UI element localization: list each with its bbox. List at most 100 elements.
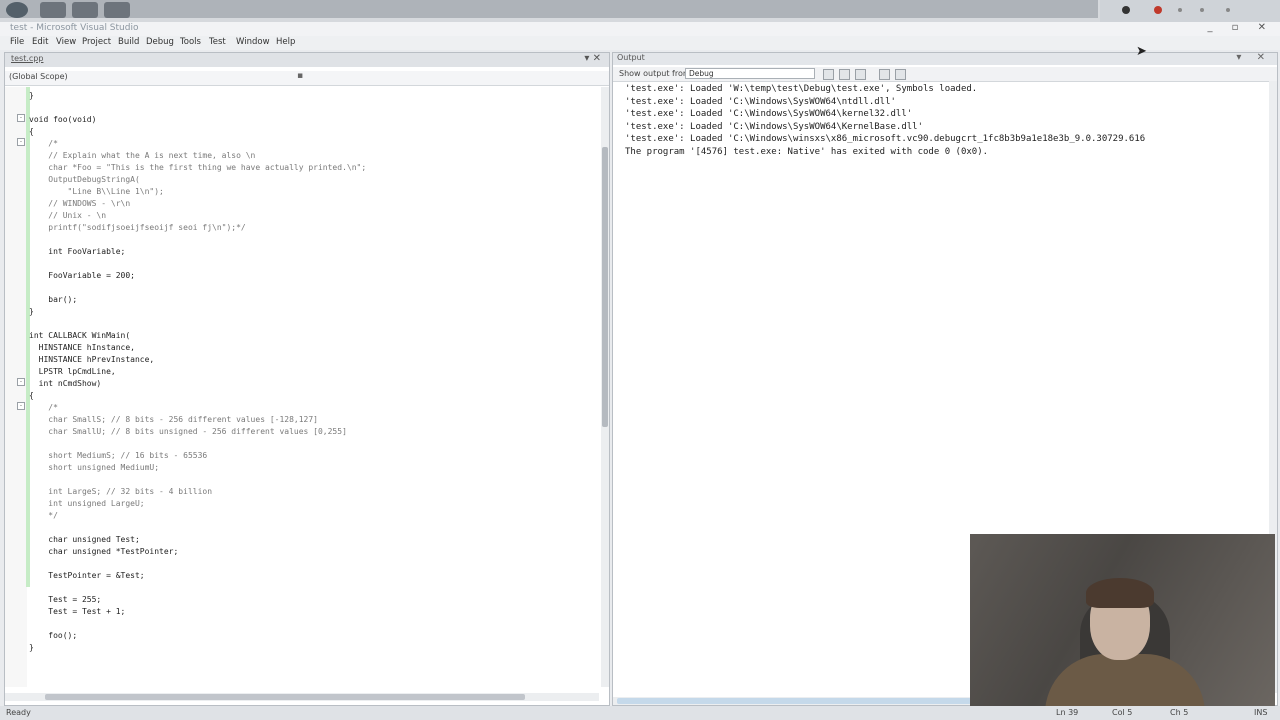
column-number: Col 5 <box>1112 708 1133 717</box>
word-wrap-icon[interactable] <box>895 69 906 80</box>
source-label: Show output from: <box>619 69 694 78</box>
menu-item-window[interactable]: Window <box>236 37 270 47</box>
taskbar-app-icon[interactable] <box>72 2 98 18</box>
output-line: The program '[4576] test.exe: Native' ha… <box>625 146 989 157</box>
editor-tab-strip: test.cpp ▾ ✕ <box>5 53 609 67</box>
system-top-bar <box>0 0 1280 22</box>
code-line: } <box>29 643 34 652</box>
line-number: Ln 39 <box>1056 708 1079 717</box>
code-line: // WINDOWS - \r\n <box>29 199 131 208</box>
system-tray <box>1100 0 1280 22</box>
webcam-video <box>970 534 1275 706</box>
code-line: } <box>29 91 34 100</box>
window-title: test - Microsoft Visual Studio <box>10 23 139 33</box>
code-line: // Unix - \n <box>29 211 107 220</box>
menu-item-tools[interactable]: Tools <box>180 37 201 47</box>
code-line: char unsigned Test; <box>29 535 140 544</box>
code-line: foo(); <box>29 631 78 640</box>
alert-icon[interactable] <box>1154 6 1162 14</box>
insert-mode: INS <box>1254 708 1268 717</box>
status-text: Ready <box>6 708 31 717</box>
code-line: short unsigned MediumU; <box>29 463 160 472</box>
menu-item-file[interactable]: File <box>10 37 24 47</box>
taskbar-app-icon[interactable] <box>40 2 66 18</box>
editor-tab[interactable]: test.cpp <box>11 54 43 66</box>
code-line: char SmallU; // 8 bits unsigned - 256 di… <box>29 427 347 436</box>
code-line: { <box>29 391 34 400</box>
scroll-thumb[interactable] <box>602 147 608 427</box>
person-hair <box>1086 578 1154 608</box>
prev-message-icon[interactable] <box>839 69 850 80</box>
menu-item-help[interactable]: Help <box>276 37 295 47</box>
code-line: int FooVariable; <box>29 247 126 256</box>
code-line: FooVariable = 200; <box>29 271 135 280</box>
menu-item-test[interactable]: Test <box>209 37 226 47</box>
menu-item-project[interactable]: Project <box>82 37 111 47</box>
scope-dropdown[interactable]: (Global Scope) <box>9 72 68 81</box>
output-title: Output <box>617 53 645 62</box>
menu-item-view[interactable]: View <box>56 37 76 47</box>
output-line: 'test.exe': Loaded 'W:\temp\test\Debug\t… <box>625 84 978 94</box>
person-body <box>1045 654 1205 706</box>
code-line: short MediumS; // 16 bits - 65536 <box>29 451 208 460</box>
output-line: 'test.exe': Loaded 'C:\Windows\winsxs\x8… <box>625 134 1146 144</box>
tray-icon[interactable] <box>1200 8 1204 12</box>
code-line: Test = Test + 1; <box>29 607 126 616</box>
code-line: char unsigned *TestPointer; <box>29 547 179 556</box>
code-line: int nCmdShow) <box>29 379 102 388</box>
code-line: TestPointer = &Test; <box>29 571 145 580</box>
taskbar-strip <box>0 0 1098 18</box>
clear-all-icon[interactable] <box>879 69 890 80</box>
code-line: "Line B\\Line 1\n"); <box>29 187 164 196</box>
code-line: HINSTANCE hPrevInstance, <box>29 355 155 364</box>
dropdown-icon[interactable]: ▪ <box>297 71 303 81</box>
line-gutter <box>5 87 27 687</box>
menu-item-build[interactable]: Build <box>118 37 139 47</box>
code-line: char SmallS; // 8 bits - 256 different v… <box>29 415 318 424</box>
code-line: int LargeS; // 32 bits - 4 billion <box>29 487 213 496</box>
record-icon[interactable] <box>1122 6 1130 14</box>
code-line: /* <box>29 403 58 412</box>
pane-controls[interactable]: ▾ ✕ <box>1236 52 1271 63</box>
fold-toggle-icon[interactable]: - <box>17 138 25 146</box>
output-text[interactable]: 'test.exe': Loaded 'W:\temp\test\Debug\t… <box>625 83 1145 158</box>
code-line: OutputDebugStringA( <box>29 175 140 184</box>
output-title-bar: Output ▾ ✕ <box>613 52 1277 65</box>
code-text-area[interactable]: - - - - } void foo(void) { /* // Explain w… <box>5 87 599 687</box>
next-message-icon[interactable] <box>855 69 866 80</box>
code-line: int CALLBACK WinMain( <box>29 331 131 340</box>
output-source-select[interactable]: Debug <box>685 68 815 79</box>
code-line: int unsigned LargeU; <box>29 499 145 508</box>
editor-navigation-bar: (Global Scope) ▪ <box>5 71 609 86</box>
code-line: // Explain what the A is next time, also… <box>29 151 256 160</box>
mouse-cursor-icon: ➤ <box>1136 44 1147 59</box>
code-line: printf("sodifjsoeijfseoijf seoi fj\n");*… <box>29 223 246 232</box>
code-line: LPSTR lpCmdLine, <box>29 367 116 376</box>
status-bar: Ready Ln 39 Col 5 Ch 5 INS <box>0 706 1280 720</box>
window-title-bar: test - Microsoft Visual Studio <box>0 22 1280 37</box>
code-line: char *Foo = "This is the first thing we … <box>29 163 367 172</box>
menu-bar: File Edit View Project Build Debug Tools Test Wi… <box>0 36 1280 50</box>
find-icon[interactable] <box>823 69 834 80</box>
code-line: */ <box>29 511 58 520</box>
tray-icon[interactable] <box>1178 8 1182 12</box>
close-icon[interactable]: ▾ ✕ <box>584 53 601 64</box>
output-line: 'test.exe': Loaded 'C:\Windows\SysWOW64\… <box>625 96 896 107</box>
code-line: Test = 255; <box>29 595 102 604</box>
menu-item-debug[interactable]: Debug <box>146 37 174 47</box>
tray-icon[interactable] <box>1226 8 1230 12</box>
horizontal-scrollbar[interactable] <box>5 693 599 701</box>
fold-toggle-icon[interactable]: - <box>17 378 25 386</box>
window-controls[interactable]: _ ▫ ✕ <box>1207 22 1274 36</box>
code-line: HINSTANCE hInstance, <box>29 343 135 352</box>
vertical-scrollbar[interactable] <box>601 87 609 687</box>
output-line: 'test.exe': Loaded 'C:\Windows\SysWOW64\… <box>625 121 924 132</box>
fold-toggle-icon[interactable]: - <box>17 402 25 410</box>
scroll-thumb[interactable] <box>45 694 525 700</box>
char-number: Ch 5 <box>1170 708 1189 717</box>
taskbar-app-icon[interactable] <box>104 2 130 18</box>
code-line: /* <box>29 139 58 148</box>
app-logo-icon[interactable] <box>6 2 28 18</box>
menu-item-edit[interactable]: Edit <box>32 37 48 47</box>
fold-toggle-icon[interactable]: - <box>17 114 25 122</box>
